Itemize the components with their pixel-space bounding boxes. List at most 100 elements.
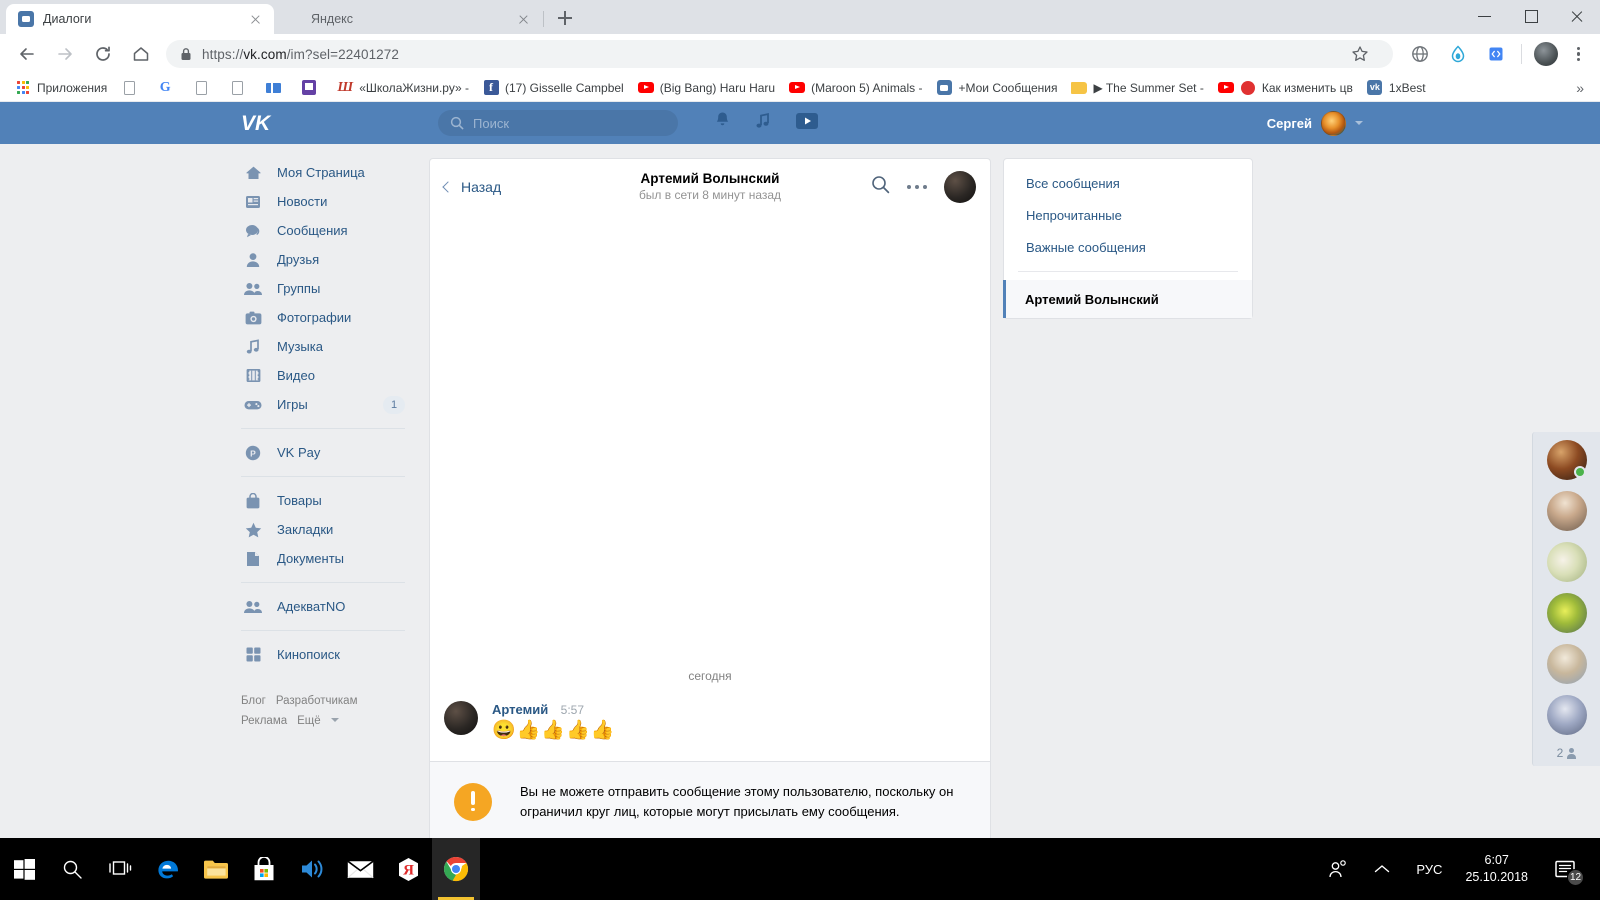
chrome-button[interactable] bbox=[432, 838, 480, 900]
more-dots-icon[interactable] bbox=[907, 184, 927, 189]
search-button[interactable] bbox=[48, 838, 96, 900]
tab-yandex[interactable]: Яндекс bbox=[274, 4, 542, 34]
bookmark-1xbest[interactable]: vk 1xBest bbox=[1360, 76, 1433, 100]
microsoft-store-button[interactable] bbox=[240, 838, 288, 900]
profile-avatar[interactable] bbox=[1534, 42, 1558, 66]
chevron-down-icon[interactable] bbox=[1355, 121, 1363, 125]
footer-link-developers[interactable]: Разработчикам bbox=[276, 692, 358, 711]
language-indicator[interactable]: РУС bbox=[1403, 838, 1455, 900]
home-icon[interactable] bbox=[125, 38, 157, 70]
sidebar-item-groups[interactable]: Группы bbox=[241, 274, 417, 303]
script-extension-icon[interactable] bbox=[1480, 38, 1512, 70]
address-bar[interactable]: https://vk.com/im?sel=22401272 bbox=[166, 40, 1393, 68]
friend-avatar-6[interactable] bbox=[1546, 695, 1587, 735]
sidebar-item-vk-pay[interactable]: P VK Pay bbox=[241, 438, 417, 467]
bookmark-google[interactable]: G bbox=[150, 76, 186, 100]
peer-avatar[interactable] bbox=[944, 170, 976, 203]
sidebar-item-news[interactable]: Новости bbox=[241, 187, 417, 216]
friend-avatar-5[interactable] bbox=[1546, 644, 1587, 684]
clock[interactable]: 6:07 25.10.2018 bbox=[1455, 852, 1538, 886]
search-icon[interactable] bbox=[871, 175, 890, 199]
bookmark-shkolazhizni[interactable]: Ш «ШколаЖизни.ру» - bbox=[330, 76, 476, 100]
minimize-icon[interactable] bbox=[1462, 0, 1508, 32]
file-explorer-button[interactable] bbox=[192, 838, 240, 900]
people-share-icon[interactable] bbox=[1315, 838, 1361, 900]
message-list[interactable]: сегодня Артемий 5:57 😀👍👍👍👍 bbox=[429, 214, 991, 762]
footer-link-blog[interactable]: Блог bbox=[241, 692, 266, 711]
edge-button[interactable] bbox=[144, 838, 192, 900]
sidebar-item-bookmarks[interactable]: Закладки bbox=[241, 515, 417, 544]
sidebar-item-my-page[interactable]: Моя Страница bbox=[241, 158, 417, 187]
video-play-icon[interactable] bbox=[795, 112, 819, 135]
chevron-up-icon[interactable] bbox=[1361, 838, 1403, 900]
user-menu[interactable]: Сергей bbox=[1267, 110, 1363, 136]
sidebar-item-music[interactable]: Музыка bbox=[241, 332, 417, 361]
search-input[interactable]: Поиск bbox=[438, 110, 678, 136]
sidebar-item-adekvatno[interactable]: АдекватNO bbox=[241, 592, 417, 621]
sidebar-item-photos[interactable]: Фотографии bbox=[241, 303, 417, 332]
footer-link-ads[interactable]: Реклама bbox=[241, 712, 287, 731]
sidebar-divider bbox=[241, 582, 405, 583]
sidebar-item-messages[interactable]: Сообщения bbox=[241, 216, 417, 245]
back-button[interactable]: Назад bbox=[442, 179, 501, 195]
filter-important[interactable]: Важные сообщения bbox=[1004, 231, 1252, 263]
bookmark-bigbang[interactable]: (Big Bang) Haru Haru bbox=[631, 76, 782, 100]
bookmark-moi-soobshcheniya[interactable]: +Мои Сообщения bbox=[929, 76, 1064, 100]
friend-avatar-2[interactable] bbox=[1546, 491, 1587, 531]
back-icon[interactable] bbox=[11, 38, 43, 70]
vk-logo[interactable]: VK bbox=[241, 102, 281, 144]
yandex-browser-button[interactable]: Я bbox=[384, 838, 432, 900]
close-icon[interactable] bbox=[515, 11, 532, 28]
message-item[interactable]: Артемий 5:57 😀👍👍👍👍 bbox=[444, 701, 615, 742]
sidebar-item-friends[interactable]: Друзья bbox=[241, 245, 417, 274]
maximize-icon[interactable] bbox=[1508, 0, 1554, 32]
bookmark-apps[interactable]: Приложения bbox=[8, 76, 114, 100]
friend-avatar-1[interactable] bbox=[1546, 440, 1587, 480]
avatar[interactable] bbox=[444, 701, 478, 735]
message-author[interactable]: Артемий bbox=[492, 702, 548, 717]
globe-extension-icon[interactable] bbox=[1404, 38, 1436, 70]
bookmark-star-icon[interactable] bbox=[1344, 38, 1376, 70]
reload-icon[interactable] bbox=[87, 38, 119, 70]
sidebar-item-documents[interactable]: Документы bbox=[241, 544, 417, 573]
new-tab-button[interactable] bbox=[551, 4, 579, 32]
shkolazhizni-icon: Ш bbox=[337, 79, 354, 95]
friends-count[interactable]: 2 bbox=[1557, 746, 1577, 762]
chevron-down-icon[interactable] bbox=[330, 717, 339, 722]
avatar[interactable] bbox=[1321, 110, 1346, 136]
filter-unread[interactable]: Непрочитанные bbox=[1004, 199, 1252, 231]
task-view-button[interactable] bbox=[96, 838, 144, 900]
notification-center-button[interactable]: 12 bbox=[1538, 838, 1594, 900]
music-note-icon[interactable] bbox=[755, 112, 771, 135]
drop-extension-icon[interactable] bbox=[1442, 38, 1474, 70]
start-button[interactable] bbox=[0, 838, 48, 900]
bookmark-facebook[interactable]: f (17) Gisselle Campbel bbox=[476, 76, 631, 100]
bookmark-kak-izmenit[interactable]: Как изменить цв bbox=[1211, 76, 1360, 100]
bookmark-maroon5[interactable]: (Maroon 5) Animals - bbox=[782, 76, 929, 100]
bell-icon[interactable] bbox=[714, 111, 731, 135]
footer-link-more[interactable]: Ещё bbox=[297, 712, 321, 731]
bookmark-doc-2[interactable] bbox=[186, 76, 222, 100]
groove-music-button[interactable] bbox=[288, 838, 336, 900]
close-icon[interactable] bbox=[1554, 0, 1600, 32]
friend-avatar-4[interactable] bbox=[1546, 593, 1587, 633]
chrome-menu-icon[interactable] bbox=[1564, 40, 1592, 68]
sidebar-item-games[interactable]: Игры 1 bbox=[241, 390, 417, 419]
bookmark-blue-bars[interactable] bbox=[258, 76, 294, 100]
filter-all-messages[interactable]: Все сообщения bbox=[1004, 167, 1252, 199]
sidebar-item-video[interactable]: Видео bbox=[241, 361, 417, 390]
bookmarks-overflow-button[interactable]: » bbox=[1568, 80, 1592, 96]
bookmark-label: (Big Bang) Haru Haru bbox=[659, 80, 776, 95]
mail-button[interactable] bbox=[336, 838, 384, 900]
bookmark-doc-1[interactable] bbox=[114, 76, 150, 100]
tab-dialogi[interactable]: Диалоги bbox=[6, 4, 274, 34]
friend-avatar-3[interactable] bbox=[1546, 542, 1587, 582]
list-item[interactable]: Артемий Волынский bbox=[1003, 280, 1252, 318]
bookmark-summer-set[interactable]: ▶ The Summer Set - bbox=[1064, 76, 1210, 100]
sidebar-item-kinopoisk[interactable]: Кинопоиск bbox=[241, 640, 417, 669]
bookmark-twitch[interactable] bbox=[294, 76, 330, 100]
bookmark-doc-3[interactable] bbox=[222, 76, 258, 100]
sidebar-item-products[interactable]: Товары bbox=[241, 486, 417, 515]
close-icon[interactable] bbox=[247, 11, 264, 28]
forward-icon[interactable] bbox=[49, 38, 81, 70]
